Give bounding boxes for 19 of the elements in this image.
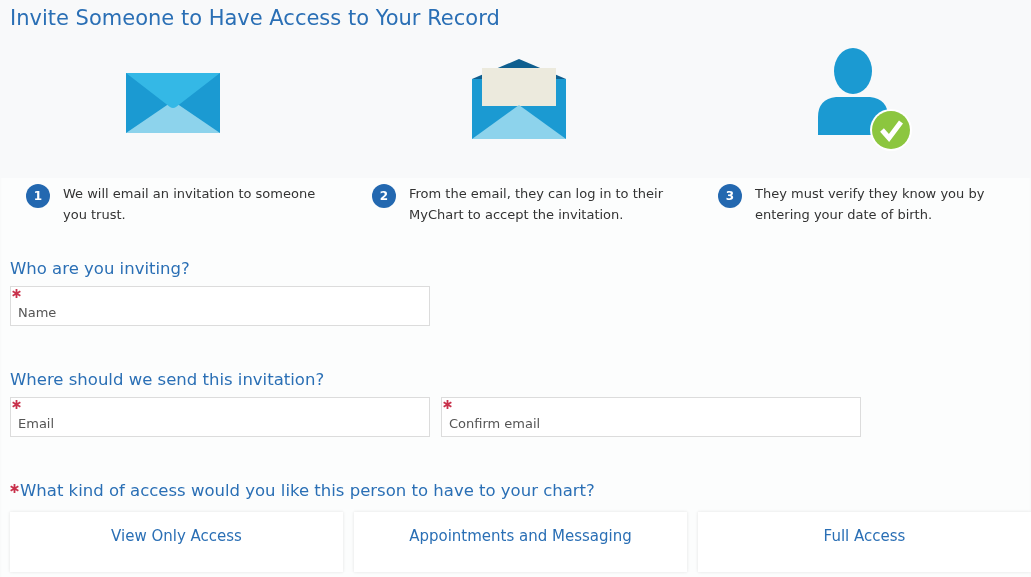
section-heading: Where should we send this invitation? bbox=[10, 370, 326, 389]
step-text: We will email an invitation to someone you trust. bbox=[63, 185, 317, 224]
person-check-icon bbox=[818, 47, 912, 151]
section-heading: Who are you inviting? bbox=[10, 259, 191, 278]
step-number: 1 bbox=[26, 184, 50, 208]
input-field[interactable]: Confirm email bbox=[441, 397, 861, 437]
envelope-icon bbox=[126, 73, 220, 133]
access-option[interactable]: View Only Access bbox=[10, 512, 343, 572]
input-field[interactable]: Email bbox=[10, 397, 430, 437]
step-number: 3 bbox=[718, 184, 742, 208]
open-envelope-icon bbox=[472, 59, 566, 139]
access-option[interactable]: Appointments and Messaging bbox=[354, 512, 687, 572]
question-heading: What kind of access would you like this person to have to your chart? bbox=[20, 481, 595, 500]
page-title: Invite Someone to Have Access to Your Record bbox=[10, 6, 501, 30]
step-text: From the email, they can log in to their MyChart to accept the invitation. bbox=[409, 185, 664, 224]
access-option[interactable]: Full Access bbox=[698, 512, 1031, 572]
input-field[interactable]: Name bbox=[10, 286, 430, 326]
step-text: They must verify they know you by entering your date of birth. bbox=[755, 185, 986, 224]
step-number: 2 bbox=[372, 184, 396, 208]
